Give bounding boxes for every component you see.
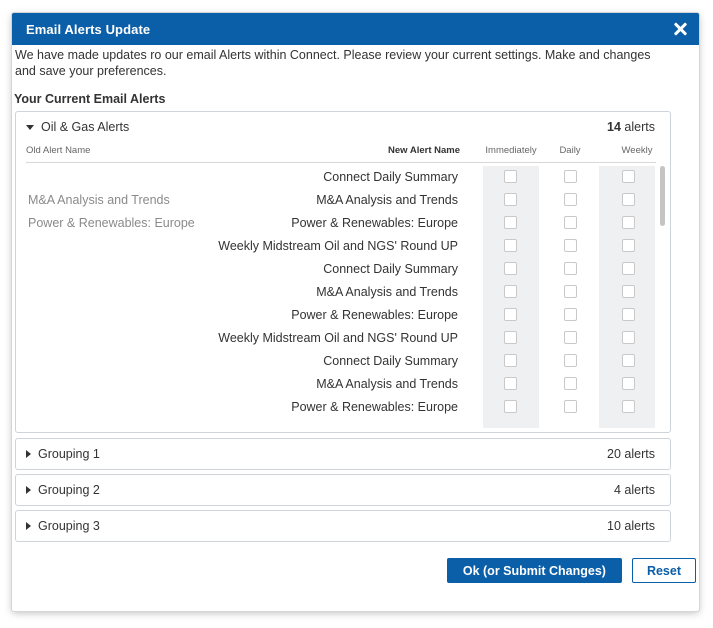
new-alert-name: Connect Daily Summary [323,354,458,368]
immediately-checkbox[interactable] [504,308,517,321]
weekly-checkbox[interactable] [622,400,635,413]
group-oil-gas-name: Oil & Gas Alerts [41,120,130,134]
group-oil-gas: Oil & Gas Alerts 14 alerts Old Alert Nam… [15,111,671,433]
immediately-checkbox[interactable] [504,354,517,367]
group-grouping-1-count: 20 alerts [607,447,655,461]
group-grouping-3-name: Grouping 3 [38,519,100,533]
new-alert-name: Connect Daily Summary [323,170,458,184]
immediately-checkbox[interactable] [504,193,517,206]
daily-checkbox[interactable] [564,239,577,252]
alert-count-suffix: alerts [624,120,655,134]
reset-button[interactable]: Reset [631,558,696,583]
old-alert-name: M&A Analysis and Trends [28,193,170,207]
group-oil-gas-count: 14 alerts [607,120,655,134]
intro-text: We have made updates ro our email Alerts… [15,48,651,78]
group-grouping-3-header[interactable]: Grouping 3 10 alerts [16,511,670,541]
group-grouping-1-header[interactable]: Grouping 1 20 alerts [16,439,670,469]
alert-row: M&A Analysis and Trends [16,373,656,396]
new-alert-name: Weekly Midstream Oil and NGS' Round UP [218,331,458,345]
col-immediately: Immediately [485,145,537,156]
new-alert-name: Power & Renewables: Europe [291,400,458,414]
alert-row: Power & Renewables: Europe [16,304,656,327]
new-alert-name: Power & Renewables: Europe [291,216,458,230]
section-heading: Your Current Email Alerts [14,92,166,106]
alert-row: M&A Analysis and Trends [16,281,656,304]
new-alert-name: M&A Analysis and Trends [316,285,458,299]
col-old-alert-name: Old Alert Name [26,145,91,156]
alert-row: Power & Renewables: Europe [16,396,656,419]
alert-row: Weekly Midstream Oil and NGS' Round UP [16,327,656,350]
group-grouping-2-header[interactable]: Grouping 2 4 alerts [16,475,670,505]
weekly-checkbox[interactable] [622,170,635,183]
scrollbar[interactable] [658,166,666,428]
group-grouping-1[interactable]: Grouping 1 20 alerts [15,438,671,470]
dialog-header: Email Alerts Update [12,13,699,45]
alert-rows: Connect Daily Summary M&A Analysis and Tr… [16,166,670,428]
weekly-checkbox[interactable] [622,216,635,229]
daily-checkbox[interactable] [564,285,577,298]
immediately-checkbox[interactable] [504,216,517,229]
old-alert-name: Power & Renewables: Europe [28,216,195,230]
immediately-checkbox[interactable] [504,285,517,298]
group-grouping-3-count: 10 alerts [607,519,655,533]
group-oil-gas-header[interactable]: Oil & Gas Alerts 14 alerts [16,112,670,142]
weekly-checkbox[interactable] [622,308,635,321]
weekly-checkbox[interactable] [622,262,635,275]
caret-right-icon[interactable] [26,450,31,458]
weekly-checkbox[interactable] [622,193,635,206]
new-alert-name: Connect Daily Summary [323,262,458,276]
alert-count-number: 14 [607,120,621,134]
weekly-checkbox[interactable] [622,354,635,367]
alert-row: Connect Daily Summary [16,350,656,373]
caret-down-icon[interactable] [26,124,34,130]
immediately-checkbox[interactable] [504,331,517,344]
weekly-checkbox[interactable] [622,331,635,344]
col-new-alert-name: New Alert Name [388,145,460,156]
daily-checkbox[interactable] [564,331,577,344]
new-alert-name: Power & Renewables: Europe [291,308,458,322]
alert-row: Connect Daily Summary [16,166,656,189]
weekly-checkbox[interactable] [622,239,635,252]
weekly-checkbox[interactable] [622,285,635,298]
alert-row: M&A Analysis and Trends M&A Analysis and … [16,189,656,212]
alert-row: Power & Renewables: Europe Power & Renewa… [16,212,656,235]
group-grouping-1-name: Grouping 1 [38,447,100,461]
submit-button[interactable]: Ok (or Submit Changes) [446,558,622,583]
new-alert-name: Weekly Midstream Oil and NGS' Round UP [218,239,458,253]
group-grouping-2-name: Grouping 2 [38,483,100,497]
alert-row: Weekly Midstream Oil and NGS' Round UP [16,235,656,258]
immediately-checkbox[interactable] [504,239,517,252]
daily-checkbox[interactable] [564,216,577,229]
daily-checkbox[interactable] [564,400,577,413]
immediately-checkbox[interactable] [504,400,517,413]
weekly-checkbox[interactable] [622,377,635,390]
dialog-footer: Ok (or Submit Changes) Reset [446,558,696,583]
col-daily: Daily [559,145,581,156]
dialog-title: Email Alerts Update [26,21,151,37]
new-alert-name: M&A Analysis and Trends [316,193,458,207]
group-grouping-2[interactable]: Grouping 2 4 alerts [15,474,671,506]
daily-checkbox[interactable] [564,354,577,367]
immediately-checkbox[interactable] [504,262,517,275]
daily-checkbox[interactable] [564,377,577,390]
group-grouping-2-count: 4 alerts [614,483,655,497]
close-icon[interactable] [671,20,689,38]
immediately-checkbox[interactable] [504,170,517,183]
daily-checkbox[interactable] [564,308,577,321]
col-weekly: Weekly [621,145,653,156]
caret-right-icon[interactable] [26,486,31,494]
daily-checkbox[interactable] [564,262,577,275]
daily-checkbox[interactable] [564,170,577,183]
group-grouping-3[interactable]: Grouping 3 10 alerts [15,510,671,542]
new-alert-name: M&A Analysis and Trends [316,377,458,391]
caret-right-icon[interactable] [26,522,31,530]
alert-row: Connect Daily Summary [16,258,656,281]
scrollbar-thumb[interactable] [660,166,665,226]
immediately-checkbox[interactable] [504,377,517,390]
column-headers: Old Alert Name New Alert Name Immediatel… [26,143,656,163]
daily-checkbox[interactable] [564,193,577,206]
